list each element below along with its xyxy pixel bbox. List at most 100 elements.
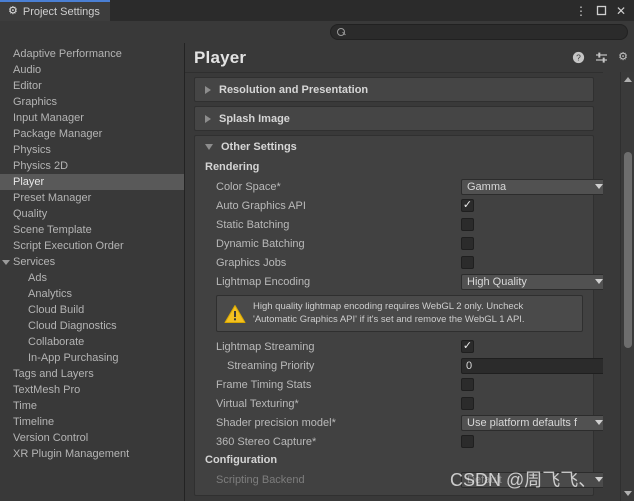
sidebar-item-cloud-build[interactable]: Cloud Build xyxy=(0,302,184,318)
sidebar-item-services[interactable]: Services xyxy=(0,254,184,270)
checkbox-static-batching[interactable] xyxy=(461,218,474,231)
setting-row-360-stereo-capture: 360 Stereo Capture* xyxy=(195,432,593,451)
setting-row-color-space: Color Space* Gamma xyxy=(195,177,603,196)
warning-line-1: High quality lightmap encoding requires … xyxy=(253,301,524,312)
window-body: Adaptive Performance Audio Editor Graphics I… xyxy=(0,43,634,501)
title-bar: ⚙ Project Settings ⋮ ✕ xyxy=(0,0,634,21)
dropdown-color-space[interactable]: Gamma xyxy=(461,178,603,195)
sidebar-item-label: In-App Purchasing xyxy=(28,352,119,364)
sidebar-item-analytics[interactable]: Analytics xyxy=(0,286,184,302)
sidebar-item-physics[interactable]: Physics xyxy=(0,142,184,158)
setting-row-frame-timing-stats: Frame Timing Stats xyxy=(195,375,593,394)
sidebar-item-version-control[interactable]: Version Control xyxy=(0,430,184,446)
sidebar-item-label: Adaptive Performance xyxy=(13,48,122,60)
maximize-icon[interactable] xyxy=(596,5,607,16)
setting-row-static-batching: Static Batching xyxy=(195,215,593,234)
sidebar-item-label: Cloud Build xyxy=(28,304,85,316)
search-box[interactable] xyxy=(330,24,628,40)
sidebar-item-quality[interactable]: Quality xyxy=(0,206,184,222)
sidebar-item-label: Preset Manager xyxy=(13,192,92,204)
sidebar-item-scene-template[interactable]: Scene Template xyxy=(0,222,184,238)
foldout-resolution-and-presentation[interactable]: Resolution and Presentation xyxy=(194,77,594,102)
sidebar-item-label: Tags and Layers xyxy=(13,368,94,380)
gear-icon[interactable]: ⚙ xyxy=(618,52,628,63)
sidebar-item-graphics[interactable]: Graphics xyxy=(0,94,184,110)
scroll-down-arrow[interactable] xyxy=(624,491,632,496)
scrollbar-thumb[interactable] xyxy=(624,152,632,348)
sidebar-item-cloud-diagnostics[interactable]: Cloud Diagnostics xyxy=(0,318,184,334)
sidebar-item-tags-and-layers[interactable]: Tags and Layers xyxy=(0,366,184,382)
sidebar-item-input-manager[interactable]: Input Manager xyxy=(0,110,184,126)
checkbox-lightmap-streaming[interactable]: ✓ xyxy=(461,340,474,353)
help-icon[interactable]: ? xyxy=(572,51,585,64)
search-left-spacer xyxy=(0,21,330,43)
warning-line-2: 'Automatic Graphics API' if it's set and… xyxy=(253,313,525,325)
window-controls: ⋮ ✕ xyxy=(575,0,634,21)
checkbox-dynamic-batching[interactable] xyxy=(461,237,474,250)
setting-row-shader-precision-model: Shader precision model* Use platform defa… xyxy=(195,413,603,432)
checkbox-graphics-jobs[interactable] xyxy=(461,256,474,269)
sidebar-item-label: TextMesh Pro xyxy=(13,384,81,396)
setting-label: Lightmap Encoding xyxy=(216,275,311,288)
settings-sidebar[interactable]: Adaptive Performance Audio Editor Graphics I… xyxy=(0,43,185,501)
checkbox-frame-timing-stats[interactable] xyxy=(461,378,474,391)
settings-content: Resolution and Presentation Splash Image O… xyxy=(185,73,603,496)
tab-project-settings[interactable]: ⚙ Project Settings xyxy=(0,0,110,21)
svg-text:?: ? xyxy=(576,53,581,63)
setting-label: Frame Timing Stats xyxy=(216,378,312,391)
sidebar-item-xr-plugin-management[interactable]: XR Plugin Management xyxy=(0,446,184,462)
sidebar-item-label: Script Execution Order xyxy=(13,240,124,252)
dropdown-value: Default xyxy=(467,473,502,486)
sidebar-item-physics-2d[interactable]: Physics 2D xyxy=(0,158,184,174)
foldout-other-settings[interactable]: Other Settings xyxy=(195,136,593,158)
setting-row-auto-graphics-api: Auto Graphics API ✓ xyxy=(195,196,593,215)
sidebar-item-player[interactable]: Player xyxy=(0,174,184,190)
sidebar-item-script-execution-order[interactable]: Script Execution Order xyxy=(0,238,184,254)
page-title: Player xyxy=(194,47,247,67)
sidebar-item-label: Package Manager xyxy=(13,128,103,140)
chevron-down-icon xyxy=(205,144,213,150)
sidebar-item-time[interactable]: Time xyxy=(0,398,184,414)
sidebar-item-collaborate[interactable]: Collaborate xyxy=(0,334,184,350)
sidebar-item-in-app-purchasing[interactable]: In-App Purchasing xyxy=(0,350,184,366)
sidebar-item-adaptive-performance[interactable]: Adaptive Performance xyxy=(0,46,184,62)
sidebar-item-label: Services xyxy=(13,256,56,268)
sidebar-item-ads[interactable]: Ads xyxy=(0,270,184,286)
panel-header-icons: ? ⚙ xyxy=(572,51,628,64)
input-streaming-priority[interactable]: 0 xyxy=(461,357,603,374)
sidebar-item-editor[interactable]: Editor xyxy=(0,78,184,94)
close-icon[interactable]: ✕ xyxy=(616,5,626,17)
sidebar-item-preset-manager[interactable]: Preset Manager xyxy=(0,190,184,206)
sidebar-item-label: Graphics xyxy=(13,96,58,108)
setting-label: Auto Graphics API xyxy=(216,199,306,212)
sidebar-item-label: XR Plugin Management xyxy=(13,448,130,460)
sidebar-item-label: Scene Template xyxy=(13,224,92,236)
overflow-menu-icon[interactable]: ⋮ xyxy=(575,5,587,17)
checkbox-auto-graphics-api[interactable]: ✓ xyxy=(461,199,474,212)
dropdown-shader-precision-model[interactable]: Use platform defaults f xyxy=(461,414,603,431)
checkbox-virtual-texturing[interactable] xyxy=(461,397,474,410)
setting-row-dynamic-batching: Dynamic Batching xyxy=(195,234,593,253)
scroll-up-arrow[interactable] xyxy=(624,77,632,82)
sidebar-item-package-manager[interactable]: Package Manager xyxy=(0,126,184,142)
foldout-splash-image[interactable]: Splash Image xyxy=(194,106,594,131)
checkbox-360-stereo-capture[interactable] xyxy=(461,435,474,448)
search-input[interactable] xyxy=(350,26,621,38)
sidebar-item-audio[interactable]: Audio xyxy=(0,62,184,78)
dropdown-scripting-backend[interactable]: Default xyxy=(461,471,603,488)
dropdown-value: Use platform defaults f xyxy=(467,416,578,429)
sidebar-item-textmesh-pro[interactable]: TextMesh Pro xyxy=(0,382,184,398)
sidebar-item-timeline[interactable]: Timeline xyxy=(0,414,184,430)
vertical-scrollbar[interactable] xyxy=(620,72,634,501)
setting-label: Shader precision model* xyxy=(216,416,336,429)
search-icon xyxy=(337,27,346,37)
chevron-down-icon xyxy=(595,420,603,425)
check-icon: ✓ xyxy=(462,339,473,352)
gear-icon: ⚙ xyxy=(8,5,18,17)
setting-label: Static Batching xyxy=(216,218,290,231)
preset-icon[interactable] xyxy=(595,51,608,64)
sidebar-item-label: Audio xyxy=(13,64,42,76)
dropdown-lightmap-encoding[interactable]: High Quality xyxy=(461,273,603,290)
chevron-down-icon[interactable] xyxy=(2,259,10,265)
sidebar-item-label: Cloud Diagnostics xyxy=(28,320,117,332)
